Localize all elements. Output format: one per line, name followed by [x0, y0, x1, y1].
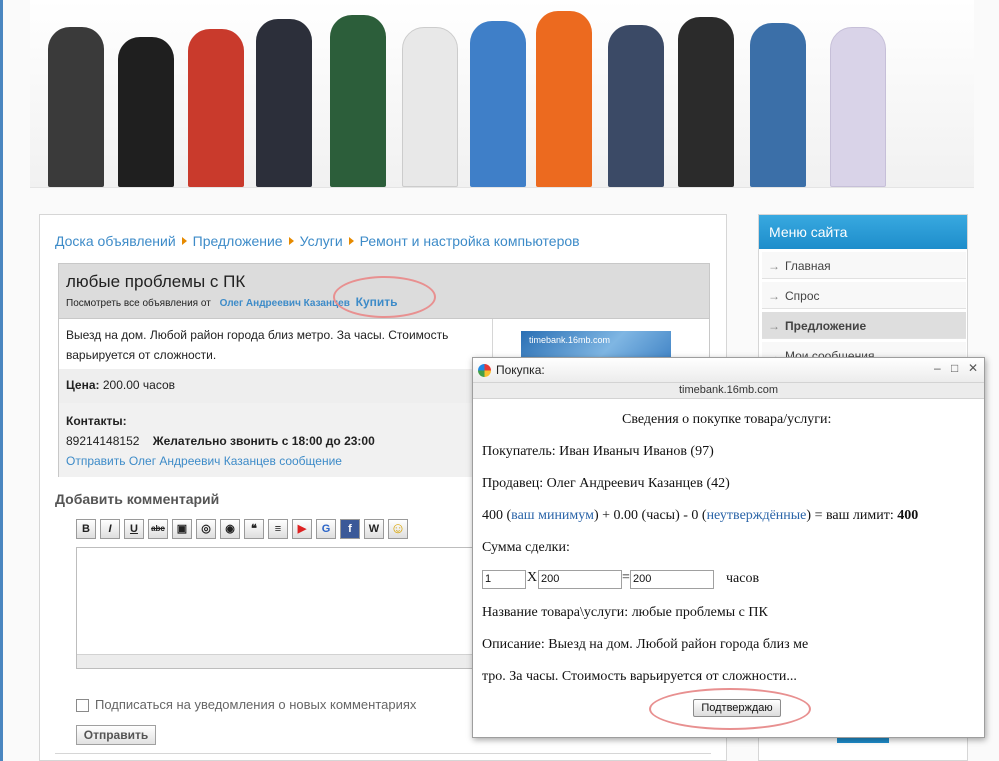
item-name: Название товара\услуги: любые проблемы с…: [482, 605, 768, 620]
popup-titlebar: Покупка: – □ ✕: [473, 358, 984, 383]
banner-figure: [830, 27, 886, 187]
author-link[interactable]: Олег Андреевич Казанцев: [220, 298, 350, 309]
youtube-icon[interactable]: ▶: [292, 519, 312, 539]
banner-figure: [188, 29, 244, 187]
wikipedia-icon[interactable]: W: [364, 519, 384, 539]
maximize-icon[interactable]: □: [951, 361, 958, 375]
breadcrumb-item[interactable]: Доска объявлений: [55, 233, 176, 249]
times-sign: X: [527, 570, 538, 585]
sidebar-item-demand[interactable]: → Спрос: [762, 282, 966, 309]
unit-price-input[interactable]: 200: [538, 570, 622, 589]
header-banner-image: [30, 0, 974, 188]
banner-figure: [536, 11, 592, 187]
minimum-link[interactable]: ваш минимум: [511, 508, 594, 523]
breadcrumb-separator-icon: [288, 237, 294, 245]
callout-highlight: [333, 276, 436, 318]
banner-figure: [330, 15, 386, 187]
breadcrumb-item[interactable]: Предложение: [193, 233, 283, 249]
limit-info: 400 (ваш минимум) + 0.00 (часы) - 0 (неу…: [482, 508, 919, 523]
google-icon[interactable]: G: [316, 519, 336, 539]
smiley-icon[interactable]: ☺: [388, 519, 408, 539]
quantity-input[interactable]: 1: [482, 570, 526, 589]
contacts-label: Контакты:: [66, 414, 127, 428]
italic-icon[interactable]: I: [100, 519, 120, 539]
all-ads-label: Посмотреть все объявления от: [66, 298, 211, 309]
subscribe-checkbox[interactable]: [76, 699, 89, 713]
banner-figure: [256, 19, 312, 187]
ad-description: Выезд на дом. Любой район города близ ме…: [59, 319, 493, 369]
minimize-icon[interactable]: –: [934, 361, 941, 375]
hide-icon[interactable]: ◉: [220, 519, 240, 539]
quote-icon[interactable]: ❝: [244, 519, 264, 539]
banner-figure: [48, 27, 104, 187]
deal-sum-label: Сумма сделки:: [482, 540, 570, 555]
close-icon[interactable]: ✕: [968, 361, 978, 375]
banner-figure: [750, 23, 806, 187]
unit-label: часов: [726, 571, 760, 586]
image-icon[interactable]: ▣: [172, 519, 192, 539]
seller-info: Продавец: Олег Андреевич Казанцев (42): [482, 476, 730, 491]
page: Доска объявлений Предложение Услуги Ремонт …: [0, 0, 999, 761]
popup-url-bar: timebank.16mb.com: [473, 383, 984, 399]
purchase-popup-window: Покупка: – □ ✕ timebank.16mb.com Сведени…: [472, 357, 985, 738]
limit-total: 400: [897, 508, 919, 523]
breadcrumb: Доска объявлений Предложение Услуги Ремонт …: [55, 233, 580, 249]
breadcrumb-separator-icon: [181, 237, 187, 245]
breadcrumb-item[interactable]: Ремонт и настройка компьютеров: [360, 233, 580, 249]
send-comment-button[interactable]: Отправить: [76, 725, 156, 745]
subscribe-option: Подписаться на уведомления о новых комме…: [76, 697, 417, 713]
unconfirmed-link[interactable]: неутверждённые: [707, 508, 807, 523]
subscribe-label: Подписаться на уведомления о новых комме…: [95, 697, 417, 712]
underline-icon[interactable]: U: [124, 519, 144, 539]
equals-sign: =: [622, 570, 630, 585]
contact-phone-row: 89214148152 Желательно звонить с 18:00 д…: [66, 431, 486, 451]
description-line-2: тро. За часы. Стоимость варьируется от с…: [482, 669, 797, 684]
arrow-icon: →: [768, 289, 780, 303]
total-input[interactable]: 200: [630, 570, 714, 589]
banner-figure: [118, 37, 174, 187]
strikethrough-icon[interactable]: abc: [148, 519, 168, 539]
price-value: 200.00 часов: [102, 378, 176, 392]
comment-toolbar: B I Uabc ▣ ◎ ◉ ❝ ≡ ▶ Gf W ☺: [76, 519, 412, 543]
breadcrumb-separator-icon: [348, 237, 354, 245]
ad-price: Цена: 200.00 часов: [59, 369, 493, 403]
arrow-icon: →: [768, 259, 780, 273]
call-note: Желательно звонить с 18:00 до 23:00: [152, 434, 375, 448]
description-line-1: Описание: Выезд на дом. Любой район горо…: [482, 637, 809, 652]
arrow-icon: →: [768, 319, 780, 333]
divider: [55, 753, 711, 754]
browser-logo-icon: [478, 364, 491, 377]
callout-highlight: [649, 688, 811, 730]
banner-figure: [608, 25, 664, 187]
ad-title: любые проблемы с ПК: [66, 272, 246, 291]
banner-figure: [678, 17, 734, 187]
breadcrumb-item[interactable]: Услуги: [300, 233, 343, 249]
price-label: Цена:: [66, 378, 100, 392]
sidebar-item-offer[interactable]: → Предложение: [762, 312, 966, 339]
banner-figure: [402, 27, 458, 187]
popup-heading: Сведения о покупке товара/услуги:: [622, 412, 832, 427]
add-comment-heading: Добавить комментарий: [55, 491, 220, 507]
sidebar-title: Меню сайта: [759, 215, 967, 249]
popup-title: Покупка:: [496, 363, 545, 377]
send-message-link[interactable]: Отправить Олег Андреевич Казанцев сообще…: [66, 451, 486, 471]
list-icon[interactable]: ≡: [268, 519, 288, 539]
facebook-icon[interactable]: f: [340, 519, 360, 539]
link-icon[interactable]: ◎: [196, 519, 216, 539]
banner-figure: [470, 21, 526, 187]
bold-icon[interactable]: B: [76, 519, 96, 539]
ad-contacts: Контакты: 89214148152 Желательно звонить…: [59, 403, 493, 477]
phone-number: 89214148152: [66, 434, 140, 448]
sidebar-item-home[interactable]: → Главная: [762, 252, 966, 279]
buyer-info: Покупатель: Иван Иваныч Иванов (97): [482, 444, 714, 459]
